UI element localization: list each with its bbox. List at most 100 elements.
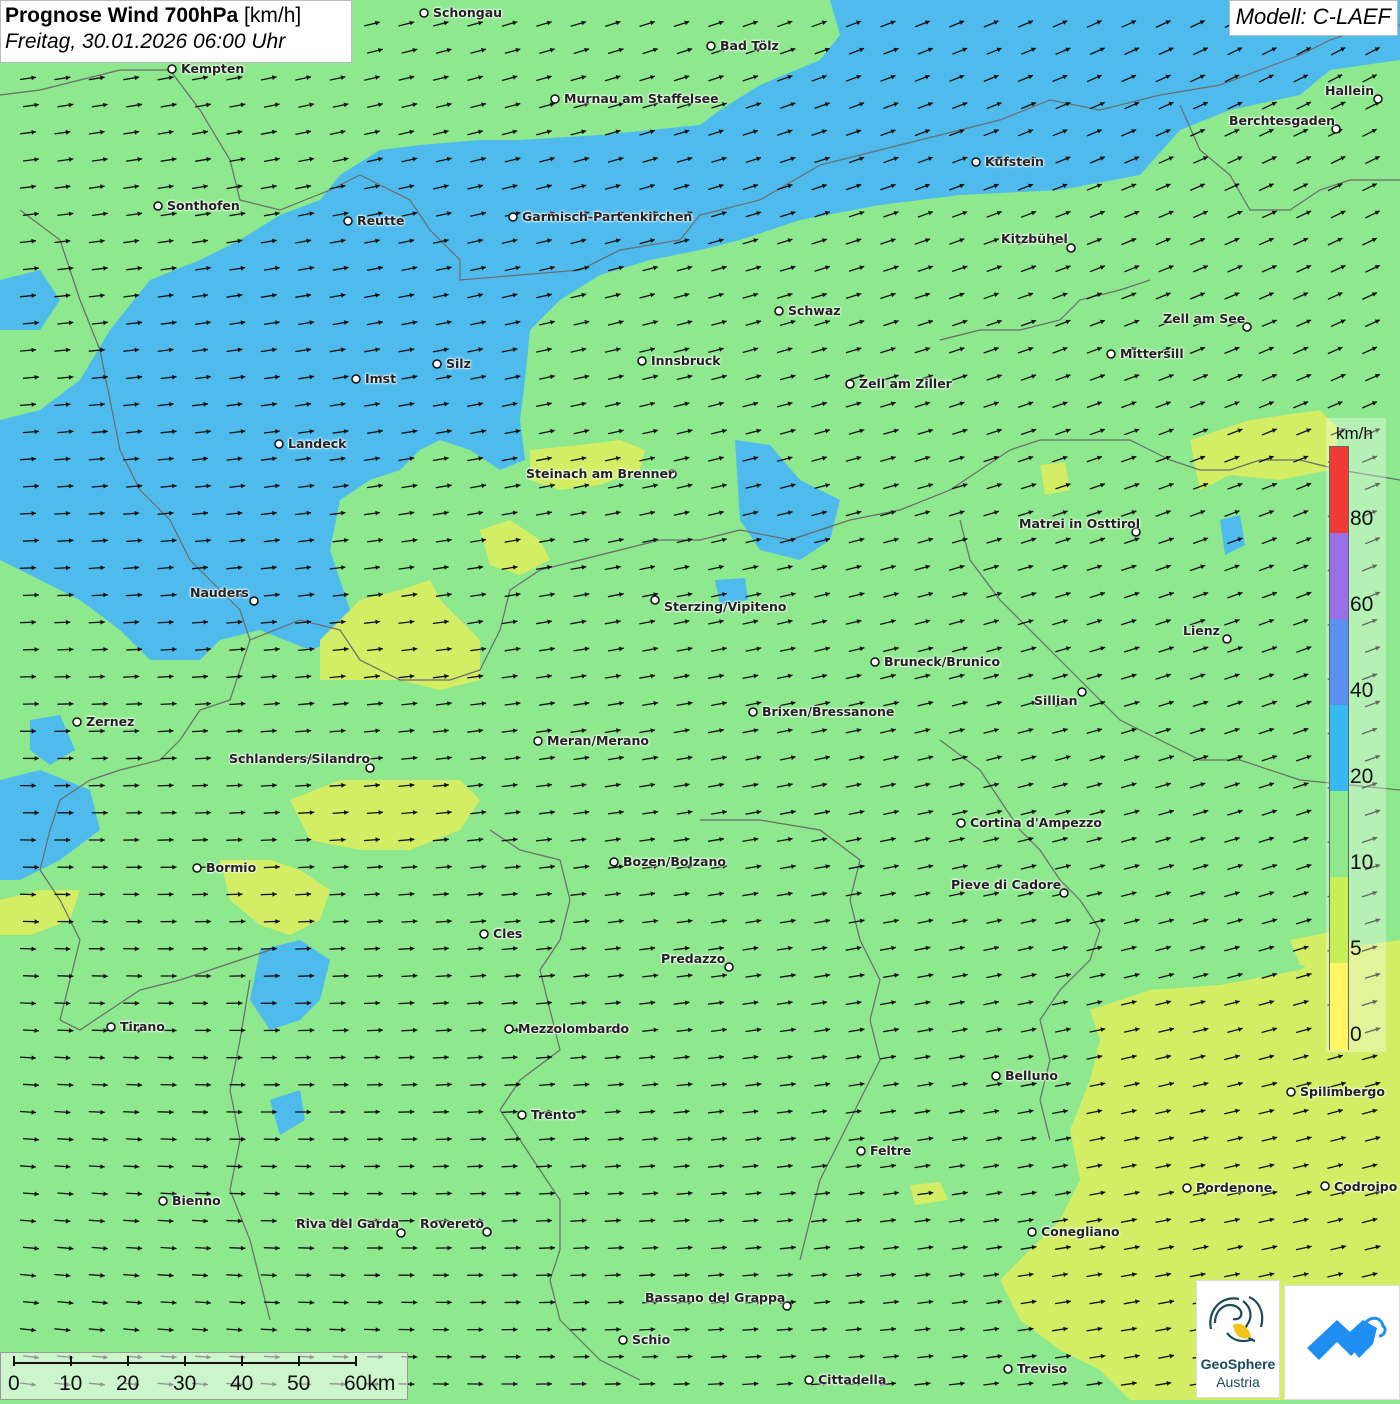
legend-tick-label: 60 bbox=[1350, 593, 1373, 617]
city-label: Sillian bbox=[1034, 694, 1077, 708]
page-title: Prognose Wind 700hPa [km/h] bbox=[5, 4, 347, 28]
title-box: Prognose Wind 700hPa [km/h] Freitag, 30.… bbox=[0, 0, 352, 63]
city-label: Cortina d'Ampezzo bbox=[970, 816, 1102, 830]
city-label: Hallein bbox=[1325, 84, 1374, 98]
city-marker bbox=[352, 375, 360, 383]
city-label: Berchtesgaden bbox=[1229, 114, 1335, 128]
legend-color-segment bbox=[1330, 877, 1348, 964]
city-marker bbox=[972, 158, 980, 166]
city-marker bbox=[1067, 244, 1075, 252]
city-label: Cles bbox=[493, 927, 522, 941]
city-marker bbox=[725, 963, 733, 971]
city-label: Matrei in Osttirol bbox=[1019, 517, 1140, 531]
scale-tick bbox=[241, 1356, 243, 1366]
city-marker bbox=[957, 819, 965, 827]
legend-color-segment bbox=[1330, 963, 1348, 1050]
city-label: Bad Tölz bbox=[720, 39, 779, 53]
city-marker bbox=[846, 380, 854, 388]
city-marker bbox=[1078, 688, 1086, 696]
geosphere-logo-line2: Austria bbox=[1196, 1374, 1280, 1390]
city-marker bbox=[1028, 1228, 1036, 1236]
scale-label: 10 bbox=[59, 1372, 82, 1396]
legend-colorbar bbox=[1329, 446, 1349, 1050]
city-marker bbox=[1107, 350, 1115, 358]
city-marker bbox=[1004, 1365, 1012, 1373]
city-label: Codroipo bbox=[1334, 1180, 1397, 1194]
city-marker bbox=[73, 718, 81, 726]
city-marker bbox=[275, 440, 283, 448]
city-label: Schio bbox=[632, 1333, 670, 1347]
city-marker bbox=[509, 213, 517, 221]
city-label: Landeck bbox=[288, 437, 346, 451]
scale-label: 60km bbox=[344, 1372, 395, 1396]
city-marker bbox=[193, 864, 201, 872]
city-label: Sonthofen bbox=[167, 199, 240, 213]
scale-label: 40 bbox=[230, 1372, 253, 1396]
city-marker bbox=[610, 858, 618, 866]
city-marker bbox=[638, 357, 646, 365]
city-marker bbox=[857, 1147, 865, 1155]
city-label: Rovereto bbox=[420, 1217, 484, 1231]
city-marker bbox=[749, 708, 757, 716]
city-marker bbox=[992, 1072, 1000, 1080]
wetter-app-icon bbox=[1285, 1286, 1399, 1399]
city-marker bbox=[250, 597, 258, 605]
city-label: Zell am Ziller bbox=[859, 377, 952, 391]
city-label: Reutte bbox=[357, 214, 404, 228]
city-label: Murnau am Staffelsee bbox=[564, 92, 719, 106]
city-label: Bienno bbox=[172, 1194, 221, 1208]
city-label: Zell am See bbox=[1163, 312, 1245, 326]
city-label: Kitzbühel bbox=[1001, 232, 1068, 246]
city-marker bbox=[518, 1111, 526, 1119]
scale-tick bbox=[127, 1356, 129, 1366]
city-label: Spilimbergo bbox=[1300, 1085, 1385, 1099]
legend-color-segment bbox=[1330, 533, 1348, 620]
city-label: Silz bbox=[446, 357, 471, 371]
scale-tick bbox=[355, 1356, 357, 1366]
city-marker bbox=[534, 737, 542, 745]
legend-unit: km/h bbox=[1336, 424, 1373, 444]
city-label: Sterzing/Vipiteno bbox=[664, 600, 787, 614]
city-marker bbox=[505, 1025, 513, 1033]
city-label: Bruneck/Brunico bbox=[884, 655, 1000, 669]
geosphere-logo-line1: GeoSphere bbox=[1196, 1356, 1280, 1372]
city-marker bbox=[420, 9, 428, 17]
scale-label: 30 bbox=[173, 1372, 196, 1396]
city-marker bbox=[480, 930, 488, 938]
city-marker bbox=[805, 1376, 813, 1384]
city-label: Steinach am Brenner bbox=[526, 467, 674, 481]
city-label: Brixen/Bressanone bbox=[762, 705, 894, 719]
legend-tick-label: 0 bbox=[1350, 1023, 1362, 1047]
wetter-app-logo[interactable] bbox=[1284, 1285, 1400, 1400]
city-marker bbox=[775, 307, 783, 315]
scale-tick bbox=[184, 1356, 186, 1366]
city-marker bbox=[1223, 635, 1231, 643]
city-label: Treviso bbox=[1017, 1362, 1067, 1376]
city-label: Bormio bbox=[206, 861, 256, 875]
city-label: Feltre bbox=[870, 1144, 911, 1158]
city-marker bbox=[707, 42, 715, 50]
city-marker bbox=[551, 95, 559, 103]
city-marker bbox=[344, 217, 352, 225]
city-marker bbox=[871, 658, 879, 666]
city-label: Bassano del Grappa bbox=[645, 1291, 785, 1305]
legend-tick-label: 10 bbox=[1350, 851, 1373, 875]
city-label: Schlanders/Silandro bbox=[229, 752, 370, 766]
legend-tick-label: 40 bbox=[1350, 679, 1373, 703]
legend-color-segment bbox=[1330, 447, 1348, 534]
city-label: Kempten bbox=[181, 62, 244, 76]
city-marker bbox=[1183, 1184, 1191, 1192]
city-marker bbox=[107, 1023, 115, 1031]
scale-tick bbox=[298, 1356, 300, 1366]
city-label: Innsbruck bbox=[651, 354, 721, 368]
scale-label: 20 bbox=[116, 1372, 139, 1396]
city-label: Schwaz bbox=[788, 304, 841, 318]
model-label: Modell: C-LAEF bbox=[1229, 0, 1398, 36]
legend-color-segment bbox=[1330, 705, 1348, 792]
scale-label: 0 bbox=[8, 1372, 20, 1396]
city-marker bbox=[433, 360, 441, 368]
city-marker bbox=[483, 1228, 491, 1236]
city-label: Pieve di Cadore bbox=[951, 878, 1061, 892]
city-marker bbox=[651, 596, 659, 604]
forecast-datetime: Freitag, 30.01.2026 06:00 Uhr bbox=[5, 30, 347, 54]
